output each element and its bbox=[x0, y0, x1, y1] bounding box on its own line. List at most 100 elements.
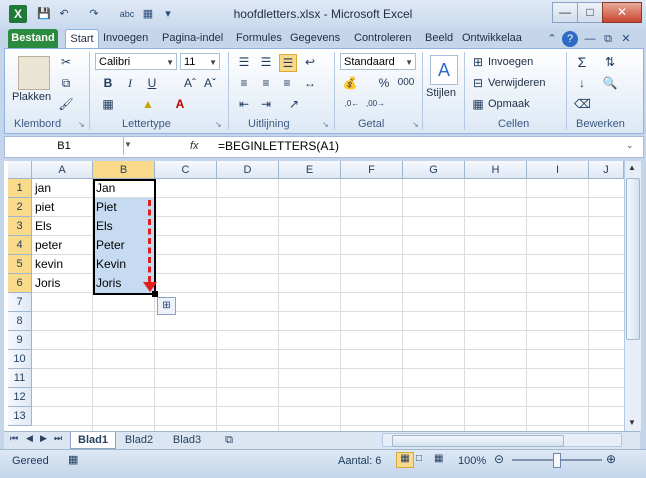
select-all-corner[interactable] bbox=[8, 161, 32, 179]
doc-minimize-icon[interactable]: — bbox=[582, 31, 598, 47]
tab-start[interactable]: Start bbox=[65, 29, 99, 49]
row-header-4[interactable]: 4 bbox=[8, 236, 32, 255]
maximize-button[interactable]: □ bbox=[577, 2, 603, 23]
number-format-combo[interactable]: Standaard ▼ bbox=[340, 53, 416, 70]
cell-a6[interactable]: Joris bbox=[32, 274, 93, 293]
underline-icon[interactable]: U bbox=[144, 75, 160, 91]
zoom-slider-thumb[interactable] bbox=[553, 453, 561, 468]
paste-button-label[interactable]: Plakken bbox=[12, 91, 51, 103]
row-header-7[interactable]: 7 bbox=[8, 293, 32, 312]
zoom-out-icon[interactable]: ⊝ bbox=[494, 452, 504, 466]
orientation-icon[interactable]: ↗ bbox=[286, 96, 302, 112]
help-icon[interactable]: ? bbox=[562, 31, 578, 47]
fill-color-icon[interactable]: ▲ bbox=[140, 96, 156, 112]
italic-icon[interactable]: I bbox=[122, 75, 138, 91]
cell-a4[interactable]: peter bbox=[32, 236, 93, 255]
tab-page-layout[interactable]: Pagina-indel bbox=[162, 29, 223, 48]
tab-formulas[interactable]: Formules bbox=[236, 29, 282, 48]
paste-icon[interactable] bbox=[18, 56, 50, 90]
increase-indent-icon[interactable]: ⇥ bbox=[258, 96, 274, 112]
row-header-2[interactable]: 2 bbox=[8, 198, 32, 217]
prev-sheet-icon[interactable]: ◀ bbox=[26, 433, 33, 444]
tab-view[interactable]: Beeld bbox=[425, 29, 453, 48]
row-header-3[interactable]: 3 bbox=[8, 217, 32, 236]
row-header-10[interactable]: 10 bbox=[8, 350, 32, 369]
decrease-indent-icon[interactable]: ⇤ bbox=[236, 96, 252, 112]
column-header-c[interactable]: C bbox=[155, 161, 217, 179]
clipboard-launcher-icon[interactable]: ↘ bbox=[78, 121, 86, 129]
row-header-13[interactable]: 13 bbox=[8, 407, 32, 426]
column-header-j[interactable]: J bbox=[589, 161, 624, 179]
tab-file[interactable]: Bestand bbox=[8, 29, 58, 48]
page-break-view-icon[interactable]: ▦ bbox=[434, 453, 443, 464]
column-header-d[interactable]: D bbox=[217, 161, 279, 179]
column-header-a[interactable]: A bbox=[32, 161, 93, 179]
next-sheet-icon[interactable]: ▶ bbox=[40, 433, 47, 444]
zoom-in-icon[interactable]: ⊕ bbox=[606, 452, 616, 466]
column-header-i[interactable]: I bbox=[527, 161, 589, 179]
tab-developer[interactable]: Ontwikkelaa bbox=[462, 29, 522, 48]
merge-center-icon[interactable]: ↔ bbox=[302, 75, 318, 91]
align-left-icon[interactable]: ≡ bbox=[236, 75, 252, 91]
doc-close-icon[interactable]: ✕ bbox=[618, 31, 634, 47]
insert-sheet-icon[interactable]: ⧉ bbox=[220, 432, 238, 448]
cut-icon[interactable]: ✂ bbox=[58, 54, 74, 70]
align-bottom-icon[interactable]: ☰ bbox=[279, 54, 297, 72]
cell-a5[interactable]: kevin bbox=[32, 255, 93, 274]
sheet-tab-blad2[interactable]: Blad2 bbox=[118, 432, 160, 448]
align-middle-icon[interactable]: ☰ bbox=[258, 54, 274, 70]
font-size-combo[interactable]: 11 ▼ bbox=[180, 53, 220, 70]
shrink-font-icon[interactable]: Aˇ bbox=[202, 75, 218, 91]
currency-icon[interactable]: 💰 bbox=[342, 75, 358, 91]
close-button[interactable]: ✕ bbox=[602, 2, 642, 23]
last-sheet-icon[interactable]: ⏭ bbox=[54, 433, 62, 444]
clear-icon[interactable]: ⌫ bbox=[574, 96, 591, 112]
number-launcher-icon[interactable]: ↘ bbox=[412, 121, 420, 129]
scroll-down-icon[interactable]: ▼ bbox=[628, 418, 636, 427]
cell-a1[interactable]: jan bbox=[32, 179, 93, 198]
borders-icon[interactable]: ▦ bbox=[100, 96, 116, 112]
row-header-1[interactable]: 1 bbox=[8, 179, 32, 198]
styles-button-label[interactable]: Stijlen bbox=[426, 87, 456, 99]
autofill-options-icon[interactable]: ⊞ bbox=[157, 297, 176, 315]
vertical-scroll-thumb[interactable] bbox=[626, 178, 640, 340]
format-painter-icon[interactable]: 🖌 bbox=[58, 96, 74, 112]
format-cells-button[interactable]: Opmaak bbox=[488, 98, 530, 110]
column-header-e[interactable]: E bbox=[279, 161, 341, 179]
cell-a3[interactable]: Els bbox=[32, 217, 93, 236]
percent-icon[interactable]: % bbox=[376, 75, 392, 91]
first-sheet-icon[interactable]: ⏮ bbox=[10, 433, 18, 444]
wrap-text-icon[interactable]: ↩ bbox=[302, 54, 318, 70]
normal-view-icon[interactable]: ▦ bbox=[396, 452, 414, 468]
align-top-icon[interactable]: ☰ bbox=[236, 54, 252, 70]
thousands-separator-icon[interactable]: 000 bbox=[396, 75, 416, 91]
doc-restore-icon[interactable]: ⧉ bbox=[600, 31, 616, 47]
grow-font-icon[interactable]: Aˆ bbox=[182, 75, 198, 91]
font-launcher-icon[interactable]: ↘ bbox=[215, 121, 223, 129]
row-header-12[interactable]: 12 bbox=[8, 388, 32, 407]
formula-input[interactable]: =BEGINLETTERS(A1) bbox=[218, 137, 339, 155]
column-header-b[interactable]: B bbox=[93, 161, 155, 179]
tab-data[interactable]: Gegevens bbox=[290, 29, 340, 48]
column-header-g[interactable]: G bbox=[403, 161, 465, 179]
format-cells-icon[interactable]: ▦ bbox=[470, 96, 486, 112]
page-layout-view-icon[interactable]: □ bbox=[416, 453, 422, 464]
insert-cells-icon[interactable]: ⊞ bbox=[470, 54, 486, 70]
tab-insert[interactable]: Invoegen bbox=[103, 29, 148, 48]
column-header-f[interactable]: F bbox=[341, 161, 403, 179]
column-header-h[interactable]: H bbox=[465, 161, 527, 179]
fill-icon[interactable]: ↓ bbox=[574, 75, 590, 91]
sheet-tab-blad3[interactable]: Blad3 bbox=[166, 432, 208, 448]
tab-review[interactable]: Controleren bbox=[354, 29, 411, 48]
zoom-level[interactable]: 100% bbox=[458, 455, 486, 467]
delete-cells-button[interactable]: Verwijderen bbox=[488, 77, 545, 89]
cell-a2[interactable]: piet bbox=[32, 198, 93, 217]
insert-function-icon[interactable]: fx bbox=[190, 137, 210, 155]
row-header-5[interactable]: 5 bbox=[8, 255, 32, 274]
name-box-dropdown-icon[interactable]: ▼ bbox=[124, 140, 132, 149]
ribbon-minimize-icon[interactable]: ⌃ bbox=[544, 31, 560, 47]
decrease-decimal-icon[interactable]: ,00→ bbox=[366, 96, 385, 112]
align-center-icon[interactable]: ≡ bbox=[258, 75, 274, 91]
minimize-button[interactable]: — bbox=[552, 2, 578, 23]
find-select-icon[interactable]: 🔍 bbox=[602, 75, 618, 91]
